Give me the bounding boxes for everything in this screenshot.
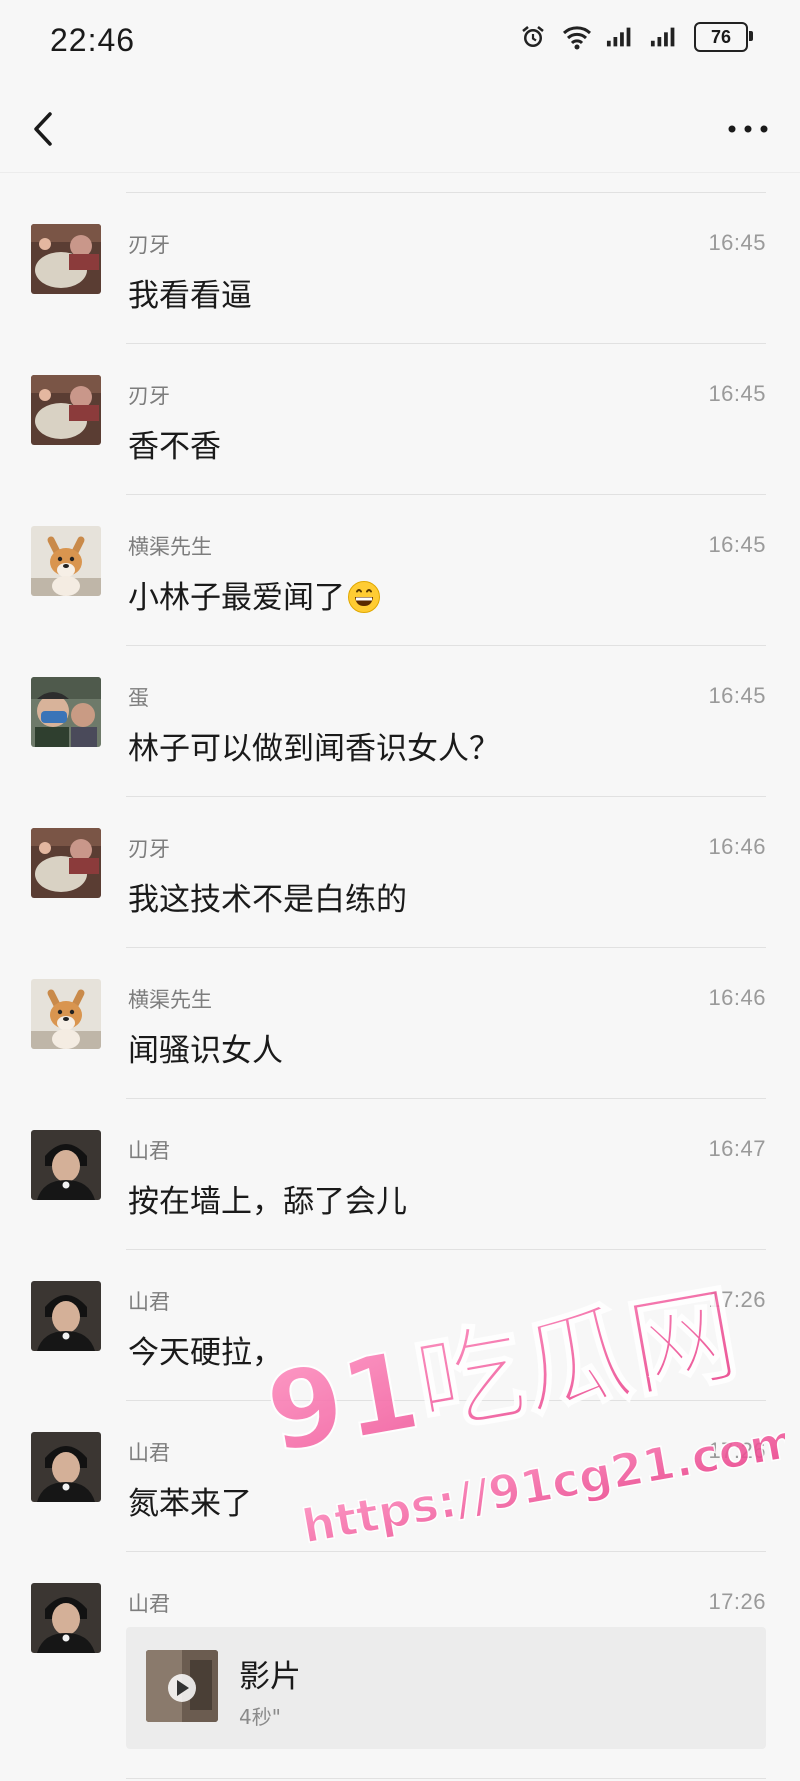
message-text: 林子可以做到闻香识女人？ [128,731,500,767]
video-title: 影片 [239,1659,301,1695]
chevron-left-icon [34,112,52,146]
message-time: 17:26 [708,1287,766,1312]
alarm-icon [518,22,548,52]
status-bar: 22:46 76 [0,0,800,86]
message-item[interactable]: 刃牙 16:45 香不香 [0,343,800,494]
message-item[interactable]: 横渠先生 16:45 小林子最爱闻了 [0,494,800,645]
divider [126,1249,766,1250]
video-thumbnail[interactable] [146,1650,218,1722]
message-text: 闻骚识女人 [128,1033,283,1069]
sender-name: 刃牙 [128,384,170,408]
video-duration: 4秒" [239,1705,281,1729]
sender-name: 刃牙 [128,233,170,257]
divider [126,1551,766,1552]
message-item[interactable]: 山君 17:26 氮苯来了 [0,1400,800,1551]
avatar[interactable] [31,979,101,1049]
sender-name: 山君 [128,1139,170,1163]
signal-icon [650,22,680,52]
back-button[interactable] [22,106,68,152]
message-item[interactable]: 刃牙 16:46 我这技术不是白练的 [0,796,800,947]
message-time: 16:45 [708,230,766,255]
message-text: 我看看逼 [128,278,252,314]
divider [126,192,766,193]
divider [126,1778,766,1779]
sender-name: 山君 [128,1592,170,1616]
message-time: 17:26 [708,1438,766,1463]
message-text: 按在墙上，舔了会儿 [128,1184,407,1220]
sender-name: 刃牙 [128,837,170,861]
avatar[interactable] [31,1583,101,1653]
divider [126,1400,766,1401]
avatar[interactable] [31,526,101,596]
message-text: 氮苯来了 [128,1486,252,1522]
avatar[interactable] [31,375,101,445]
message-text: 香不香 [128,429,221,465]
wifi-icon [562,22,592,52]
divider [126,947,766,948]
avatar[interactable] [31,1130,101,1200]
avatar[interactable] [31,677,101,747]
status-time: 22:46 [50,22,136,58]
message-item[interactable]: 刃牙 16:45 我看看逼 [0,192,800,343]
sender-name: 横渠先生 [128,988,212,1012]
message-text-content: 小林子最爱闻了 [128,580,345,616]
avatar[interactable] [31,828,101,898]
divider [126,494,766,495]
nav-bar [0,86,800,173]
avatar[interactable] [31,224,101,294]
message-item[interactable]: 山君 16:47 按在墙上，舔了会儿 [0,1098,800,1249]
divider [126,343,766,344]
grinning-face-emoji [347,580,381,622]
avatar[interactable] [31,1281,101,1351]
message-time: 16:45 [708,532,766,557]
message-item[interactable]: 横渠先生 16:46 闻骚识女人 [0,947,800,1098]
message-time: 16:45 [708,683,766,708]
message-list: 刃牙 16:45 我看看逼 刃牙 16:45 香不香 横渠先生 16:45 小林… [0,192,800,1702]
sender-name: 山君 [128,1290,170,1314]
battery-indicator: 76 [694,22,753,52]
divider [126,796,766,797]
more-dots-icon [728,125,768,133]
message-time: 17:26 [708,1589,766,1614]
message-item[interactable]: 蛋 16:45 林子可以做到闻香识女人？ [0,645,800,796]
more-button[interactable] [720,106,776,152]
message-time: 16:46 [708,834,766,859]
sender-name: 蛋 [128,686,149,710]
sender-name: 横渠先生 [128,535,212,559]
sender-name: 山君 [128,1441,170,1465]
signal-icon [606,22,636,52]
avatar[interactable] [31,1432,101,1502]
message-item[interactable]: 山君 17:26 今天硬拉， [0,1249,800,1400]
message-text: 小林子最爱闻了 [128,572,381,622]
message-time: 16:46 [708,985,766,1010]
divider [126,645,766,646]
message-time: 16:45 [708,381,766,406]
video-message-card[interactable]: 影片 4秒" [126,1627,766,1749]
status-icons: 76 [518,22,753,52]
message-text: 我这技术不是白练的 [128,882,407,918]
divider [126,1098,766,1099]
message-time: 16:47 [708,1136,766,1161]
message-text: 今天硬拉， [128,1335,283,1371]
